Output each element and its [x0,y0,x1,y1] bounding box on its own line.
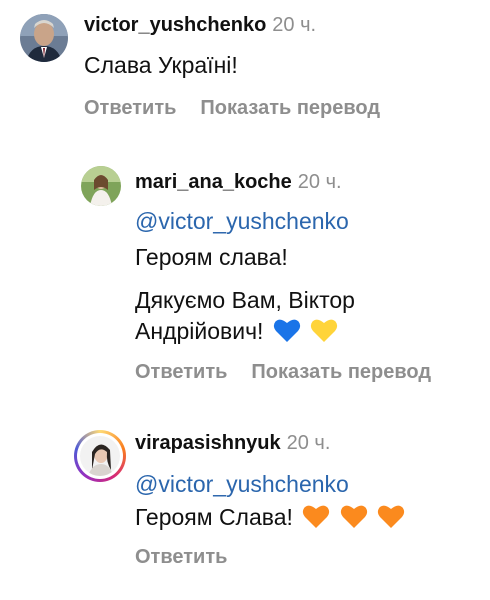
blue-heart-icon [273,319,300,342]
orange-heart-icon [377,505,405,528]
avatar-victor-image [20,14,68,62]
comment-text: Героям Слава! [135,504,293,530]
orange-heart-icon [340,505,367,528]
yellow-heart-icon [311,319,338,342]
reply-button[interactable]: Ответить [84,97,176,119]
avatar-mari-image [81,166,121,206]
reply-button[interactable]: Ответить [135,361,227,383]
comment-timestamp: 20 ч. [286,432,331,454]
avatar[interactable] [74,430,126,482]
avatar-vira-image [80,436,120,476]
comment-timestamp: 20 ч. [297,171,342,193]
avatar[interactable] [20,14,68,62]
comment-timestamp: 20 ч. [272,14,317,36]
mention-link[interactable]: @victor_yushchenko [135,471,349,497]
show-translation-button[interactable]: Показать перевод [251,361,431,383]
orange-heart-icon [303,505,330,528]
show-translation-button[interactable]: Показать перевод [200,97,380,119]
comment-text-line: Андрійович! [135,318,264,344]
comment-text-line: Героям слава! [135,244,288,270]
comment-username[interactable]: victor_yushchenko [84,14,266,36]
comment-text: Слава Україні! [84,52,238,78]
comment-username[interactable]: virapasishnyuk [135,432,281,454]
mention-link[interactable]: @victor_yushchenko [135,208,349,234]
comment-text-line: Дякуємо Вам, Віктор [135,287,355,313]
comment-username[interactable]: mari_ana_koche [135,171,292,193]
avatar[interactable] [81,166,121,206]
reply-button[interactable]: Ответить [135,546,227,568]
